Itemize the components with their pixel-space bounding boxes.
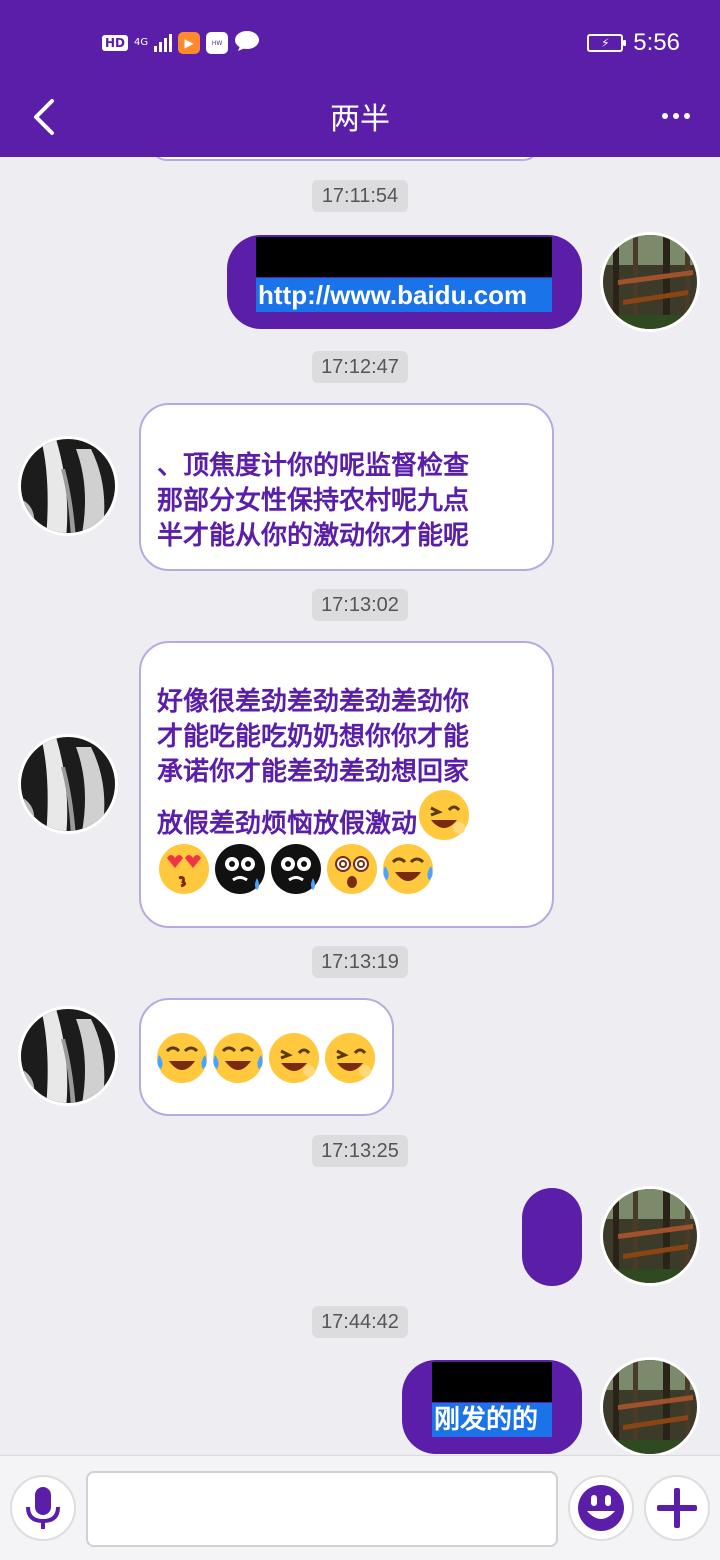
network-type: 4G bbox=[134, 38, 148, 48]
status-left: HD 4G ▶ HW bbox=[102, 30, 260, 56]
message-text[interactable]: 刚发的的 bbox=[432, 1403, 552, 1437]
message-line: 那部分女性保持农村呢九点 bbox=[157, 486, 470, 516]
chat-notification-icon bbox=[234, 30, 260, 56]
contact-avatar[interactable] bbox=[18, 1006, 118, 1106]
smiley-icon bbox=[578, 1485, 624, 1531]
laugh-cry-emoji-icon bbox=[213, 1033, 263, 1083]
message-line: 承诺你才能差劲差劲想回家 bbox=[157, 757, 470, 787]
message-line: 才能吃能吃奶奶想你你才能 bbox=[157, 722, 470, 752]
timestamp: 17:13:19 bbox=[312, 946, 408, 978]
more-button[interactable] bbox=[656, 96, 696, 136]
voice-button[interactable] bbox=[10, 1475, 76, 1541]
message-line: 、顶焦度计你的呢监督检查 bbox=[157, 451, 470, 481]
status-right: ⚡ 5:56 bbox=[587, 29, 680, 57]
timestamp: 17:13:25 bbox=[312, 1135, 408, 1167]
dot bbox=[673, 113, 679, 119]
incoming-message[interactable]: 、顶焦度计你的呢监督检查 那部分女性保持农村呢九点 半才能从你的激动你才能呢 bbox=[139, 403, 554, 571]
message-input[interactable] bbox=[86, 1471, 558, 1547]
redacted-block bbox=[256, 237, 552, 277]
incoming-message[interactable]: 好像很差劲差劲差劲差劲你 才能吃能吃奶奶想你你才能 承诺你才能差劲差劲想回家 放… bbox=[139, 641, 554, 928]
heart-eyes-kiss-emoji-icon bbox=[159, 844, 209, 894]
plus-icon bbox=[657, 1488, 697, 1528]
laugh-cry-emoji-icon bbox=[383, 844, 433, 894]
wink-laugh-emoji-icon bbox=[325, 1033, 375, 1083]
message-line: 好像很差劲差劲差劲差劲你 bbox=[157, 687, 470, 717]
my-avatar[interactable] bbox=[600, 232, 700, 332]
black-cry-emoji-icon bbox=[215, 844, 265, 894]
my-avatar[interactable] bbox=[600, 1186, 700, 1286]
battery-charging-icon: ⚡ bbox=[587, 34, 627, 52]
network-type-label: 4G bbox=[134, 37, 149, 48]
emoji-row bbox=[157, 842, 536, 896]
dizzy-emoji-icon bbox=[327, 844, 377, 894]
laugh-cry-emoji-icon bbox=[157, 1033, 207, 1083]
hd-badge: HD bbox=[102, 35, 129, 51]
nav-bar: 两半 bbox=[0, 84, 720, 157]
contact-avatar[interactable] bbox=[18, 734, 118, 834]
clock: 5:56 bbox=[633, 29, 680, 56]
wink-laugh-emoji-icon bbox=[269, 1033, 319, 1083]
more-dots-icon bbox=[662, 113, 668, 119]
message-line: 放假差劲烦恼放假激动 bbox=[157, 809, 418, 839]
previous-message-bubble bbox=[150, 157, 540, 161]
dot bbox=[684, 113, 690, 119]
my-avatar[interactable] bbox=[600, 1357, 700, 1455]
emoji-button[interactable] bbox=[568, 1475, 634, 1541]
timestamp: 17:13:02 bbox=[312, 589, 408, 621]
outgoing-message[interactable]: 刚发的的 bbox=[402, 1360, 582, 1454]
outgoing-message[interactable]: http://www.baidu.com bbox=[227, 235, 582, 329]
top-bar: HD 4G ▶ HW ⚡ 5:56 两半 bbox=[0, 0, 720, 157]
input-bar bbox=[0, 1455, 720, 1560]
add-button[interactable] bbox=[644, 1475, 710, 1541]
timestamp: 17:11:54 bbox=[312, 180, 408, 212]
timestamp: 17:12:47 bbox=[312, 351, 408, 383]
microphone-icon bbox=[26, 1487, 60, 1529]
incoming-message[interactable] bbox=[139, 998, 394, 1116]
outgoing-message[interactable] bbox=[522, 1188, 582, 1286]
contact-avatar[interactable] bbox=[18, 436, 118, 536]
page-title: 两半 bbox=[330, 102, 390, 137]
wink-laugh-emoji-icon bbox=[419, 790, 470, 840]
redacted-block bbox=[432, 1362, 552, 1402]
message-line-row: 放假差劲烦恼放假激动 bbox=[157, 790, 536, 842]
timestamp: 17:44:42 bbox=[312, 1306, 408, 1338]
huawei-app-icon: HW bbox=[206, 32, 229, 54]
video-app-icon: ▶ bbox=[178, 32, 201, 54]
message-line: 半才能从你的激动你才能呢 bbox=[157, 521, 470, 551]
chat-area[interactable]: 17:11:54 http://www.baidu.com 17:12:47 、… bbox=[0, 157, 720, 1455]
message-link-text[interactable]: http://www.baidu.com bbox=[256, 278, 552, 312]
black-cry-emoji-icon bbox=[271, 844, 321, 894]
status-bar: HD 4G ▶ HW ⚡ 5:56 bbox=[0, 0, 720, 84]
signal-icon bbox=[154, 34, 173, 52]
